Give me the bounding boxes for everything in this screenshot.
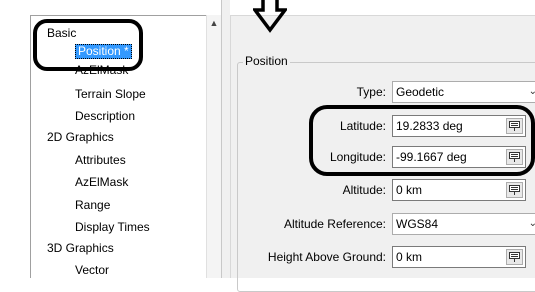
property-tree[interactable]: Basic Position * AzElMask Terrain Slope … — [30, 15, 221, 278]
chevron-down-icon: ⌄ — [529, 214, 535, 234]
tree-item-range[interactable]: Range — [75, 198, 110, 214]
tree-item-2d-graphics[interactable]: 2D Graphics — [47, 130, 114, 146]
tree-item-label: Range — [75, 198, 111, 212]
units-keypad-icon[interactable] — [506, 149, 523, 165]
tree-item-label: Vector — [75, 263, 110, 277]
altitude-input[interactable]: 0 km — [392, 179, 526, 201]
height-above-ground-input[interactable]: 0 km — [392, 246, 526, 268]
altitude-reference-label: Altitude Reference: — [283, 217, 386, 231]
pane-splitter[interactable] — [221, 0, 230, 278]
altitude-reference-value: WGS84 — [396, 217, 439, 231]
latitude-value: 19.2833 deg — [396, 119, 463, 133]
latitude-input[interactable]: 19.2833 deg — [392, 115, 526, 137]
latitude-label: Latitude: — [339, 119, 386, 133]
tree-item-label: AzElMask — [75, 63, 129, 77]
tree-item-azelmask[interactable]: AzElMask — [75, 63, 128, 79]
units-keypad-icon[interactable] — [506, 118, 523, 134]
tree-item-label: 2D Graphics — [47, 130, 114, 144]
tree-item-description[interactable]: Description — [75, 109, 135, 125]
tree-item-3d-graphics[interactable]: 3D Graphics — [47, 241, 114, 257]
type-value: Geodetic — [396, 85, 445, 99]
tree-item-label: Terrain Slope — [75, 87, 146, 101]
tree-item-label: AzElMask — [75, 175, 129, 189]
tree-item-basic[interactable]: Basic — [47, 26, 76, 42]
tree-item-label: Basic — [47, 26, 77, 40]
altitude-value: 0 km — [396, 183, 423, 197]
tree-item-display-times[interactable]: Display Times — [75, 220, 150, 236]
tree-item-2d-azelmask[interactable]: AzElMask — [75, 175, 128, 191]
height-above-ground-value: 0 km — [396, 250, 423, 264]
type-label: Type: — [356, 85, 386, 99]
tree-item-terrain-slope[interactable]: Terrain Slope — [75, 87, 146, 103]
tree-item-label: 3D Graphics — [47, 241, 114, 255]
tree-item-label: Position * — [75, 44, 132, 59]
altitude-reference-dropdown[interactable]: WGS84 ⌄ — [392, 213, 535, 235]
tree-item-vector[interactable]: Vector — [75, 263, 109, 278]
longitude-input[interactable]: -99.1667 deg — [392, 146, 526, 168]
scroll-up-arrow-icon[interactable]: ▲ — [207, 15, 221, 30]
tree-item-label: Description — [75, 109, 136, 123]
units-keypad-icon[interactable] — [506, 182, 523, 198]
units-keypad-icon[interactable] — [506, 249, 523, 265]
position-group-title: Position — [243, 53, 290, 69]
type-dropdown[interactable]: Geodetic ⌄ — [392, 81, 535, 103]
longitude-value: -99.1667 deg — [396, 150, 467, 164]
tree-item-attributes[interactable]: Attributes — [75, 153, 126, 169]
longitude-label: Longitude: — [329, 150, 386, 164]
height-above-ground-label: Height Above Ground: — [267, 250, 386, 264]
altitude-label: Altitude: — [342, 183, 386, 197]
tree-item-label: Display Times — [75, 220, 150, 234]
tree-item-label: Attributes — [75, 153, 126, 167]
tree-item-position[interactable]: Position * — [75, 44, 132, 60]
chevron-down-icon: ⌄ — [529, 82, 535, 102]
tree-scrollbar[interactable]: ▲ — [206, 15, 221, 278]
outline-down-arrow-icon — [253, 0, 287, 33]
